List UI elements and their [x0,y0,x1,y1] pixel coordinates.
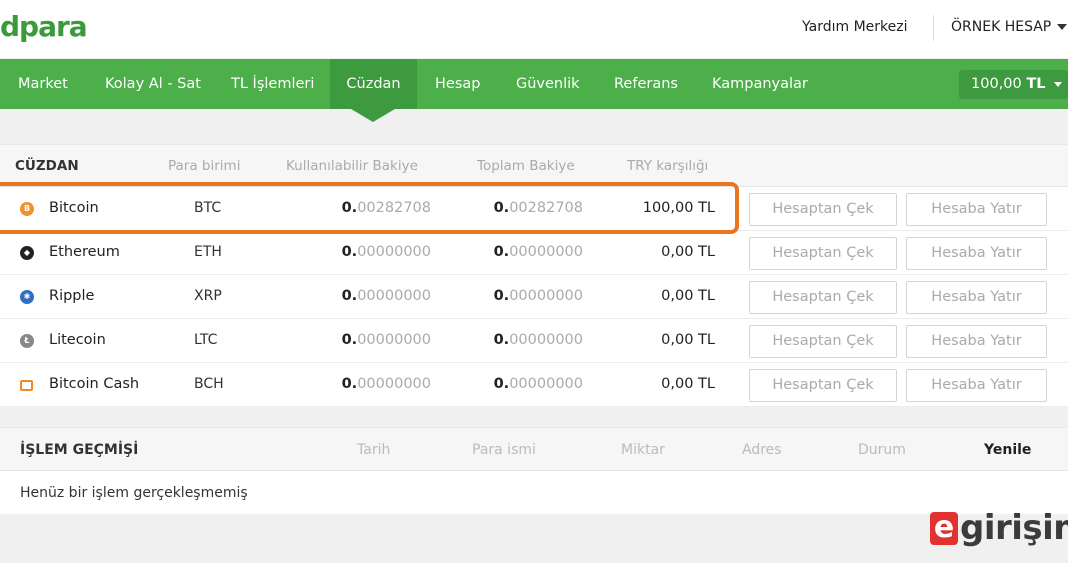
coin-code: BCH [194,376,224,392]
wallet-row-eth: ◆ Ethereum ETH 0.00000000 0.00000000 0,00 TL H… [0,231,1068,275]
wallet-row-xrp: ✱ Ripple XRP 0.00000000 0.00000000 0,00 TL Hes… [0,275,1068,319]
account-label: ÖRNEK HESAP [951,19,1052,35]
watermark-e-letter: e [930,512,958,545]
nav-item-guvenlik[interactable]: Güvenlik [516,59,580,109]
nav-item-kampanyalar[interactable]: Kampanyalar [712,59,808,109]
try-equivalent: 0,00 TL [661,288,715,304]
balance-dropdown[interactable]: 100,00 TL [959,70,1068,99]
coin-name: Litecoin [49,332,106,348]
coin-code: LTC [194,332,218,348]
nav-item-kolay-al-sat[interactable]: Kolay Al - Sat [105,59,201,109]
available-balance: 0.00000000 [342,376,431,392]
total-balance: 0.00000000 [494,244,583,260]
total-balance: 0.00000000 [494,288,583,304]
available-balance-dec: 00000000 [357,288,431,304]
top-bar: dpara Yardım Merkezi ÖRNEK HESAP [0,0,1068,58]
column-header-status: Durum [858,442,906,458]
highlight-annotation [0,182,739,234]
refresh-button[interactable]: Yenile [984,442,1031,458]
available-balance-int: 0. [341,376,358,392]
available-balance: 0.00000000 [342,244,431,260]
wallet-row-bch: Bitcoin Cash BCH 0.00000000 0.00000000 0,00 … [0,363,1068,407]
dpara-logo[interactable]: dpara [0,10,88,43]
try-equivalent: 0,00 TL [661,244,715,260]
deposit-button[interactable]: Hesaba Yatır [906,237,1047,270]
nav-item-hesap[interactable]: Hesap [435,59,480,109]
total-balance-dec: 00000000 [509,376,583,392]
nav-item-market[interactable]: Market [18,59,68,109]
history-table-header: İŞLEM GEÇMİŞİ Tarih Para ismi Miktar Adr… [0,428,1068,471]
available-balance-int: 0. [341,332,358,348]
wallet-row-ltc: Ł Litecoin LTC 0.00000000 0.00000000 0,00 TL H… [0,319,1068,363]
column-header-available-balance: Kullanılabilir Bakiye [286,158,418,174]
litecoin-icon: Ł [20,334,34,348]
available-balance-dec: 00000000 [357,376,431,392]
available-balance-dec: 00000000 [357,332,431,348]
total-balance-dec: 00000000 [509,332,583,348]
balance-currency: TL [1026,76,1046,92]
available-balance: 0.00000000 [342,332,431,348]
deposit-button[interactable]: Hesaba Yatır [906,325,1047,358]
column-header-date: Tarih [357,442,391,458]
ripple-icon: ✱ [20,290,34,304]
withdraw-button[interactable]: Hesaptan Çek [749,281,897,314]
deposit-button[interactable]: Hesaba Yatır [906,193,1047,226]
withdraw-button[interactable]: Hesaptan Çek [749,237,897,270]
balance-amount: 100,00 [971,76,1022,92]
total-balance-dec: 00000000 [509,288,583,304]
column-header-total-balance: Toplam Bakiye [477,158,575,174]
coin-code: XRP [194,288,222,304]
total-balance-dec: 00000000 [509,244,583,260]
coin-name: Ripple [49,288,95,304]
total-balance: 0.00000000 [494,332,583,348]
coin-name: Bitcoin Cash [49,376,140,392]
available-balance-int: 0. [341,244,358,260]
deposit-button[interactable]: Hesaba Yatır [906,369,1047,402]
coin-name: Ethereum [49,244,120,260]
total-balance-int: 0. [493,244,510,260]
available-balance: 0.00000000 [342,288,431,304]
try-equivalent: 0,00 TL [661,332,715,348]
top-divider [933,15,934,41]
column-header-amount: Miktar [621,442,665,458]
total-balance-int: 0. [493,332,510,348]
available-balance-dec: 00000000 [357,244,431,260]
history-title: İŞLEM GEÇMİŞİ [20,442,139,458]
active-tab-pointer [351,109,395,122]
total-balance-int: 0. [493,376,510,392]
column-header-try-equivalent: TRY karşılığı [627,158,709,174]
nav-item-cuzdan[interactable]: Cüzdan [330,59,417,109]
transaction-history-panel: İŞLEM GEÇMİŞİ Tarih Para ismi Miktar Adr… [0,427,1068,514]
watermark-text: girişim [960,508,1068,548]
main-nav: Market Kolay Al - Sat TL İşlemleri Cüzda… [0,59,1068,109]
chevron-down-icon [1057,24,1068,30]
try-equivalent: 0,00 TL [661,376,715,392]
column-header-currency-name: Para ismi [472,442,536,458]
withdraw-button[interactable]: Hesaptan Çek [749,325,897,358]
column-header-address: Adres [742,442,782,458]
help-center-link[interactable]: Yardım Merkezi [802,19,908,35]
withdraw-button[interactable]: Hesaptan Çek [749,193,897,226]
empty-history-message: Henüz bir işlem gerçekleşmemiş [20,485,248,501]
chevron-down-icon [1053,81,1062,87]
account-menu[interactable]: ÖRNEK HESAP [951,19,1068,35]
total-balance-int: 0. [493,288,510,304]
wallet-title: CÜZDAN [15,158,79,174]
wallet-table-header: CÜZDAN Para birimi Kullanılabilir Bakiye… [0,145,1068,187]
egirisim-watermark-logo: egirişim [930,508,1068,548]
bitcoin-cash-icon [20,380,33,391]
withdraw-button[interactable]: Hesaptan Çek [749,369,897,402]
coin-code: ETH [194,244,222,260]
nav-item-referans[interactable]: Referans [614,59,678,109]
deposit-button[interactable]: Hesaba Yatır [906,281,1047,314]
nav-item-tl-islemleri[interactable]: TL İşlemleri [231,59,314,109]
available-balance-int: 0. [341,288,358,304]
total-balance: 0.00000000 [494,376,583,392]
column-header-currency: Para birimi [168,158,241,174]
ethereum-icon: ◆ [20,246,34,260]
